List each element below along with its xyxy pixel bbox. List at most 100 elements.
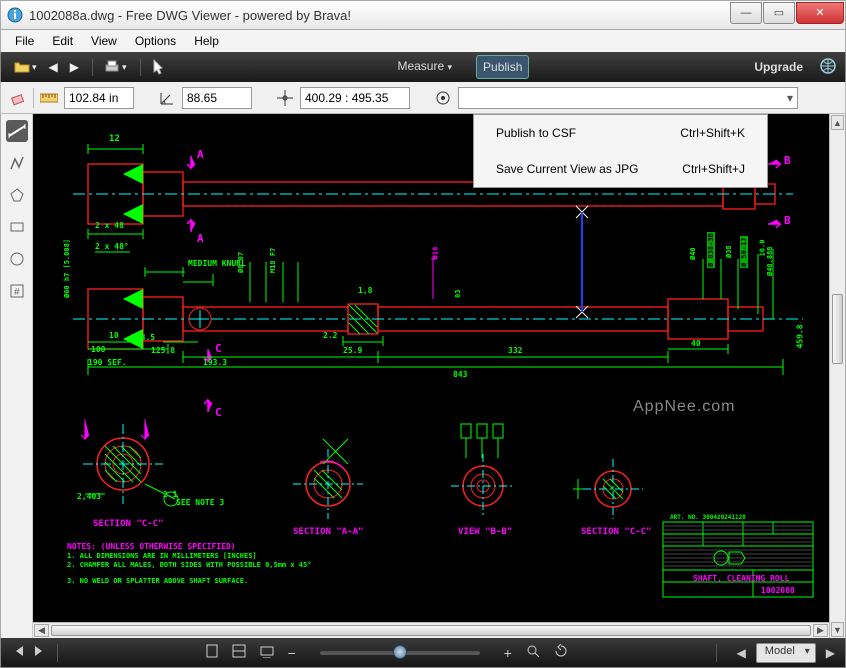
menu-view[interactable]: View [83, 32, 125, 50]
upgrade-link[interactable]: Upgrade [748, 56, 809, 78]
measurement-toolbar: ▾ [0, 82, 846, 114]
section-label: VIEW "B-B" [458, 527, 512, 537]
vertical-scrollbar[interactable]: ▲ ▼ [829, 114, 845, 638]
tool-polyline[interactable] [6, 152, 28, 174]
dia-label: Ø8 07 [237, 252, 245, 273]
hscroll-thumb[interactable] [51, 625, 811, 636]
open-button[interactable]: ▾ [9, 56, 42, 78]
nav-last-icon[interactable] [33, 644, 47, 661]
note-label: SEE NOTE 3 [176, 498, 224, 507]
dim-label: 125.8 [151, 346, 175, 355]
tool-count[interactable]: # [6, 280, 28, 302]
zoom-slider[interactable] [320, 651, 480, 655]
close-button[interactable]: ✕ [796, 2, 844, 24]
arrow-c-label: C [215, 342, 222, 355]
dim-label: 2 x 48° [95, 242, 129, 251]
nav-next-icon[interactable]: ▶ [826, 646, 835, 660]
dim-label: 1,8 [358, 286, 372, 295]
dia-label: Ø38 [725, 245, 733, 258]
pointer-button[interactable] [147, 56, 171, 78]
arrow-b-label: B [784, 154, 791, 167]
dim-label: 40 [691, 339, 701, 348]
dia-label: Ø48.888 [766, 246, 774, 276]
page-width-icon[interactable] [260, 644, 274, 661]
zoom-in-icon[interactable]: + [504, 645, 512, 661]
dim-label: 843 [453, 370, 467, 379]
dim-label: 2 x 48 [95, 221, 124, 230]
horizontal-scrollbar[interactable]: ◀ ▶ [33, 622, 829, 638]
publish-menu[interactable]: Publish [476, 55, 529, 79]
arrow-b-label: B [784, 214, 791, 227]
snap-icon[interactable] [434, 89, 452, 107]
drawing-canvas[interactable]: Publish to CSFCtrl+Shift+K Save Current … [33, 114, 829, 622]
tool-circle[interactable] [6, 248, 28, 270]
zoom-out-icon[interactable]: − [288, 645, 296, 661]
dia-label: Ø40 [689, 247, 697, 260]
left-tool-palette: # [1, 114, 33, 638]
maximize-button[interactable]: ▭ [763, 2, 795, 24]
dim-label: Ø18 [431, 247, 439, 260]
menu-file[interactable]: File [7, 32, 42, 50]
section-label: SECTION "C-C" [581, 527, 651, 537]
note-line: 3. NO WELD OR SPLATTER ABOVE SHAFT SURFA… [67, 577, 248, 585]
window-titlebar: 1002088a.dwg - Free DWG Viewer - powered… [0, 0, 846, 30]
arrow-a-label: A [197, 148, 204, 161]
page-fit-icon[interactable] [232, 644, 246, 661]
print-button[interactable]: ▾ [99, 57, 132, 77]
menubar: File Edit View Options Help [0, 30, 846, 52]
nav-back-button[interactable]: ◀ [44, 57, 63, 77]
tool-rectangle[interactable] [6, 216, 28, 238]
coord-input[interactable] [300, 87, 410, 109]
dim-label: 190 SEF. [88, 358, 127, 367]
crosshair-icon [276, 89, 294, 107]
window-title: 1002088a.dwg - Free DWG Viewer - powered… [29, 8, 730, 23]
dim-label: 2.2 [323, 331, 337, 340]
angle-input[interactable] [182, 87, 252, 109]
ruler-icon [40, 89, 58, 107]
popup-publish-csf[interactable]: Publish to CSFCtrl+Shift+K [474, 115, 767, 151]
rotate-icon[interactable] [554, 644, 568, 661]
nav-prev-icon[interactable]: ◀ [737, 646, 746, 660]
dim-label: 2,403 [77, 492, 101, 501]
dim-label: 332 [508, 346, 522, 355]
measure-menu[interactable]: Measure ▾ [391, 55, 458, 79]
main-toolbar: ▾ ◀ ▶ ▾ Measure ▾ Publish Upgrade [0, 52, 846, 82]
zoom-tool-icon[interactable] [526, 644, 540, 661]
notes-title: NOTES: (UNLESS OTHERWISE SPECIFIED) [67, 542, 236, 551]
dim-label: 03 [454, 290, 462, 298]
model-space-combo[interactable]: Model [756, 643, 816, 663]
length-input[interactable] [64, 87, 134, 109]
publish-popup: Publish to CSFCtrl+Shift+K Save Current … [473, 114, 768, 188]
globe-icon[interactable] [819, 57, 837, 78]
status-bar: − + ◀ Model ▶ [0, 638, 846, 668]
erase-icon[interactable] [9, 89, 27, 107]
dim-label: 100 [91, 345, 105, 354]
dia-label: Ø 038-3B [707, 232, 715, 268]
menu-options[interactable]: Options [127, 32, 184, 50]
dia-label: M18 F7 [269, 248, 277, 273]
nav-first-icon[interactable] [11, 644, 25, 661]
titleblock-art: ART. NO. 300420241120 [670, 514, 746, 521]
arrow-a-label: A [197, 232, 204, 245]
svg-text:#: # [14, 287, 20, 298]
section-label: SECTION "C-C" [93, 519, 163, 529]
menu-edit[interactable]: Edit [44, 32, 81, 50]
minimize-button[interactable]: — [730, 2, 762, 24]
page-single-icon[interactable] [206, 644, 218, 661]
app-icon [7, 7, 23, 23]
vscroll-thumb[interactable] [832, 294, 843, 364]
nav-fwd-button[interactable]: ▶ [65, 57, 84, 77]
angle-icon [158, 89, 176, 107]
dim-label: 108.5 [131, 333, 155, 342]
dim-label: 459.8 [796, 324, 805, 348]
note-line: 1. ALL DIMENSIONS ARE IN MILLIMETERS [IN… [67, 552, 257, 560]
dim-label: 10 [109, 331, 119, 340]
snap-combo[interactable]: ▾ [458, 87, 798, 109]
note-line: 2. CHAMFER ALL MALES, BOTH SIDES WITH PO… [67, 561, 311, 569]
popup-save-jpg[interactable]: Save Current View as JPGCtrl+Shift+J [474, 151, 767, 187]
menu-help[interactable]: Help [186, 32, 227, 50]
dia-label: Ø60 h7 [5.008] [63, 239, 71, 298]
titleblock-part: SHAFT, CLEANING ROLL [693, 574, 789, 583]
tool-polygon[interactable] [6, 184, 28, 206]
tool-line-measure[interactable] [6, 120, 28, 142]
